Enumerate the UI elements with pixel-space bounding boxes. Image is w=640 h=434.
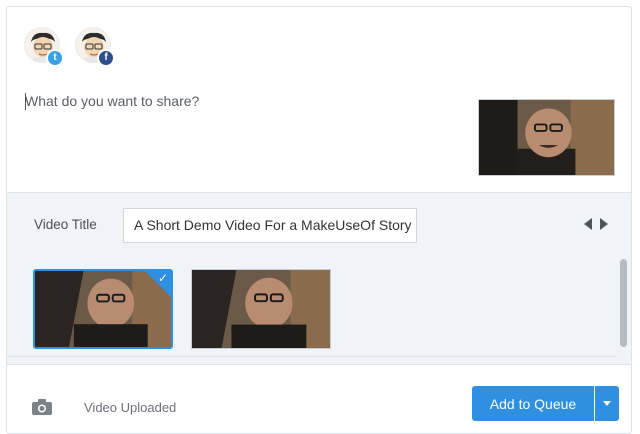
- video-title-label: Video Title: [34, 217, 97, 232]
- twitter-profile-avatar[interactable]: t: [24, 27, 64, 67]
- scrollbar-thumb[interactable]: [620, 259, 627, 347]
- share-text-input[interactable]: What do you want to share?: [25, 93, 199, 109]
- twitter-icon: t: [46, 49, 64, 67]
- composer-card: t f What do you want to share? Video Tit…: [6, 6, 632, 434]
- camera-icon[interactable]: [32, 399, 52, 415]
- queue-options-dropdown[interactable]: [595, 386, 619, 421]
- check-icon: ✓: [157, 271, 168, 285]
- video-title-input[interactable]: A Short Demo Video For a MakeUseOf Story: [123, 208, 417, 243]
- chevron-down-icon: [603, 401, 611, 406]
- thumbnail-option-1[interactable]: ✓: [33, 269, 173, 349]
- upload-status: Video Uploaded: [84, 400, 177, 415]
- thumbnail-nav: [582, 216, 610, 232]
- facebook-profile-avatar[interactable]: f: [75, 27, 115, 67]
- divider: [7, 356, 617, 357]
- arrow-right-icon[interactable]: [600, 218, 608, 230]
- video-preview-thumbnail[interactable]: [478, 99, 615, 176]
- thumbnail-list: ✓: [7, 263, 619, 353]
- arrow-left-icon[interactable]: [584, 218, 592, 230]
- thumbnail-scrollbar[interactable]: [619, 259, 629, 363]
- video-settings-panel: Video Title A Short Demo Video For a Mak…: [7, 192, 631, 365]
- add-to-queue-button[interactable]: Add to Queue: [472, 386, 594, 421]
- composer-footer: Video Uploaded Add to Queue: [7, 366, 631, 433]
- thumbnail-option-2[interactable]: [191, 269, 331, 349]
- facebook-icon: f: [97, 49, 115, 67]
